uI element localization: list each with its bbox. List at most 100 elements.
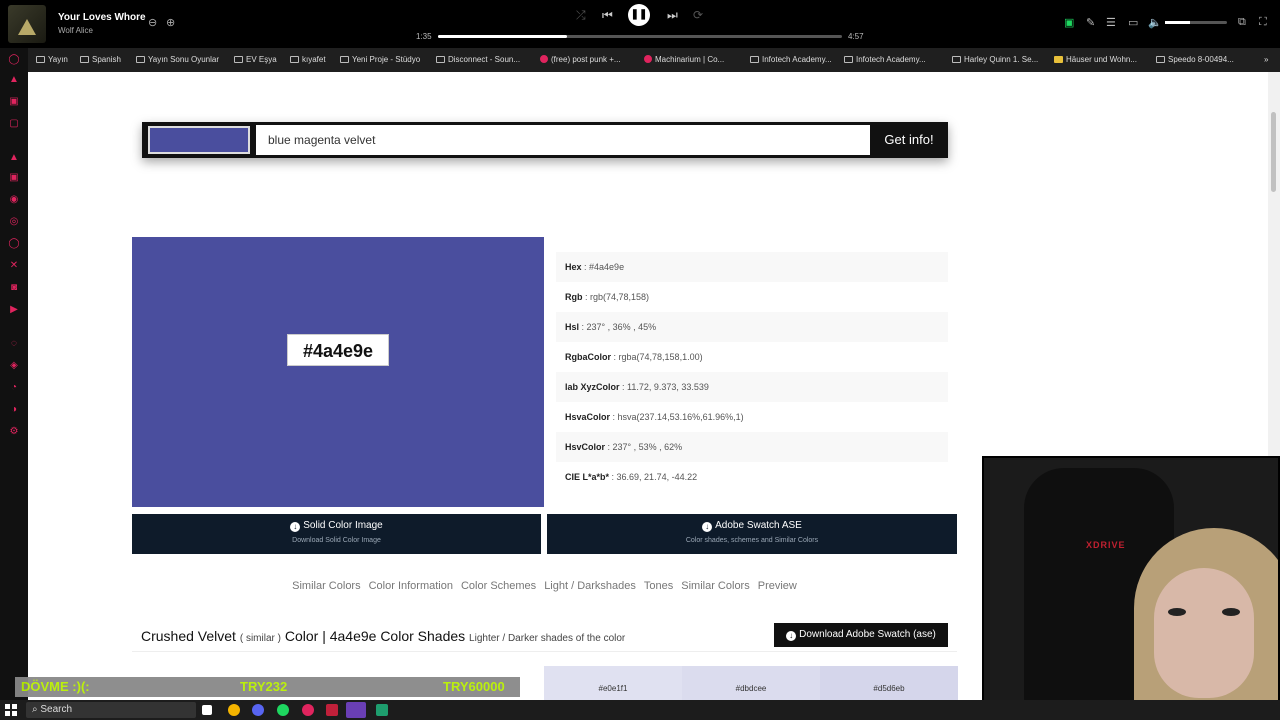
track-title[interactable]: Your Loves Whore — [58, 12, 146, 23]
now-playing-view-icon[interactable]: ▣ — [1064, 16, 1074, 29]
bookmark-label: Spanish — [92, 55, 121, 64]
info-row: HsvColor : 237° , 53% , 62% — [556, 432, 948, 462]
bookmark-10[interactable]: Infotech Academy... — [844, 55, 926, 64]
bookmark-label: Häuser und Wohn... — [1066, 55, 1138, 64]
adobe-swatch-ase-button[interactable]: ↓ Adobe Swatch ASE Color shades, schemes … — [547, 514, 957, 554]
bookmark-3[interactable]: EV Eşya — [234, 55, 277, 64]
lyrics-icon[interactable]: ✎ — [1086, 16, 1095, 29]
tab-link[interactable]: Similar Colors — [292, 580, 360, 592]
volume-slider[interactable] — [1165, 21, 1227, 24]
shades-title-similar[interactable]: ( similar ) — [240, 633, 281, 644]
download-ase-button[interactable]: ↓ Download Adobe Swatch (ase) — [774, 623, 948, 647]
discord-icon[interactable] — [252, 704, 264, 716]
tab-link[interactable]: Tones — [644, 580, 673, 592]
tab-link[interactable]: Similar Colors — [681, 580, 749, 592]
scrollbar-thumb[interactable] — [1271, 112, 1276, 192]
task-view-icon[interactable] — [202, 705, 212, 715]
sidebar-app-icon[interactable]: ◯ — [8, 238, 20, 250]
info-value: hsva(237.14,53.16%,61.96%,1) — [617, 412, 744, 422]
x-icon[interactable]: ✕ — [8, 260, 20, 272]
color-search-input[interactable] — [256, 125, 870, 155]
bookmark-9[interactable]: Infotech Academy... — [750, 55, 832, 64]
chair-brand-logo: XDRIVE — [1086, 540, 1126, 550]
track-artist[interactable]: Wolf Alice — [58, 26, 93, 35]
donation-goal: TRY60000 — [443, 679, 505, 694]
tab-link[interactable]: Color Schemes — [461, 580, 536, 592]
tab-link[interactable]: Preview — [758, 580, 797, 592]
windows-start-icon[interactable] — [5, 704, 17, 716]
sidebar-app-icon[interactable]: ◯ — [8, 54, 20, 66]
minus-circle-icon[interactable]: ⊖ — [148, 16, 157, 29]
bookmark-5[interactable]: Yeni Proje - Stüdyo — [340, 55, 420, 64]
webcam-overlay: XDRIVE — [982, 456, 1280, 720]
volume-icon[interactable]: 🔈 — [1148, 16, 1162, 29]
bookmark-label: Speedo 8-00494... — [1168, 55, 1234, 64]
shade-cell[interactable]: #d5d6eb — [820, 666, 958, 700]
taskbar-search[interactable]: ⌕ Search — [26, 702, 196, 718]
adobe-swatch-title: Adobe Swatch ASE — [715, 520, 802, 531]
bookmark-label: Yeni Proje - Stüdyo — [352, 55, 421, 64]
sidebar-app-icon[interactable]: ◑ — [8, 404, 20, 416]
sidebar-app-icon[interactable]: ◔ — [8, 382, 20, 394]
sidebar-app-icon[interactable]: ◌ — [8, 338, 20, 350]
bookmark-6[interactable]: Disconnect - Soun... — [436, 55, 520, 64]
sidebar-app-icon[interactable]: ▣ — [8, 172, 20, 184]
progress-bar[interactable] — [438, 35, 842, 38]
active-app-icon[interactable] — [346, 702, 366, 718]
sidebar-app-icon[interactable]: ▢ — [8, 118, 20, 130]
info-value: 11.72, 9.373, 33.539 — [627, 382, 709, 392]
tab-link[interactable]: Light / Darkshades — [544, 580, 636, 592]
sidebar-app-icon[interactable]: ▣ — [8, 96, 20, 108]
get-info-button[interactable]: Get info! — [870, 125, 948, 155]
app-icon[interactable] — [376, 704, 388, 716]
sidebar-app-icon[interactable]: ▲ — [8, 152, 20, 164]
bookmark-7[interactable]: (free) post punk +... — [540, 55, 621, 64]
app-icon[interactable] — [326, 704, 338, 716]
queue-icon[interactable]: ☰ — [1106, 16, 1116, 29]
chrome-icon[interactable] — [228, 704, 240, 716]
bookmark-2[interactable]: Yayın Sonu Oyunlar — [136, 55, 219, 64]
bookmarks-overflow-icon[interactable]: » — [1264, 55, 1268, 64]
sidebar-app-icon[interactable]: ◈ — [8, 360, 20, 372]
album-art[interactable] — [8, 5, 46, 43]
color-picker[interactable] — [148, 126, 250, 154]
youtube-icon[interactable]: ▶ — [8, 304, 20, 316]
color-search-bar: Get info! — [142, 122, 948, 158]
bookmark-11[interactable]: Harley Quinn 1. Se... — [952, 55, 1038, 64]
section-tabs: Similar Colors Color Information Color Sch… — [132, 580, 957, 592]
duration-time: 4:57 — [848, 32, 864, 41]
bookmark-0[interactable]: Yayın — [36, 55, 68, 64]
bookmark-12[interactable]: Häuser und Wohn... — [1054, 55, 1137, 64]
fullscreen-icon[interactable]: ⛶ — [1259, 16, 1267, 29]
shade-cell[interactable]: #e0e1f1 — [544, 666, 682, 700]
solid-color-image-button[interactable]: ↓ Solid Color Image Download Solid Color … — [132, 514, 541, 554]
devices-icon[interactable]: ▭ — [1128, 16, 1138, 29]
streamer-eye — [1168, 608, 1186, 616]
volume-fill — [1165, 21, 1190, 24]
bookmark-8[interactable]: Machinarium | Co... — [644, 55, 724, 64]
discord-icon[interactable]: ◙ — [8, 282, 20, 294]
sidebar-app-icon[interactable]: ◉ — [8, 194, 20, 206]
pause-button[interactable]: ❚❚ — [628, 4, 650, 26]
bookmark-4[interactable]: kıyafet — [290, 55, 326, 64]
info-row: lab XyzColor : 11.72, 9.373, 33.539 — [556, 372, 948, 402]
app-icon[interactable] — [302, 704, 314, 716]
sidebar-app-icon[interactable]: ▲ — [8, 74, 20, 86]
plus-circle-icon[interactable]: ⊕ — [166, 16, 175, 29]
info-key: Hsl — [565, 322, 580, 332]
previous-icon[interactable]: ⏮ — [602, 8, 613, 23]
sidebar-app-icon[interactable]: ◎ — [8, 216, 20, 228]
repeat-icon[interactable]: ⟳ — [693, 8, 703, 22]
settings-icon[interactable]: ⚙ — [8, 426, 20, 438]
site-icon — [750, 56, 759, 63]
bookmark-13[interactable]: Speedo 8-00494... — [1156, 55, 1234, 64]
tab-link[interactable]: Color Information — [369, 580, 453, 592]
shade-cell[interactable]: #dbdcee — [682, 666, 820, 700]
next-icon[interactable]: ⏭ — [667, 8, 678, 23]
mini-player-icon[interactable]: ⧉ — [1238, 16, 1246, 29]
shuffle-icon[interactable]: ⤮ — [576, 8, 586, 23]
mouse-cursor — [58, 74, 63, 84]
folder-icon — [80, 56, 89, 63]
spotify-icon[interactable] — [277, 704, 289, 716]
bookmark-1[interactable]: Spanish — [80, 55, 121, 64]
